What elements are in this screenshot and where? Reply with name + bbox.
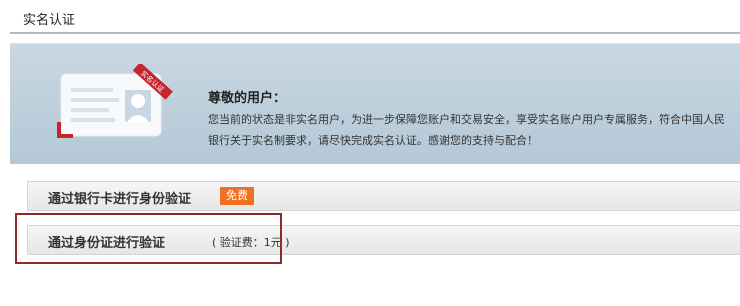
verify-bank-card-label[interactable]: 通过银行卡进行身份验证	[48, 188, 191, 207]
id-card-icon: 实名认证	[57, 64, 173, 138]
free-badge: 免费	[220, 187, 254, 205]
verify-bank-card-option[interactable]: 通过银行卡进行身份验证 免费	[27, 181, 740, 211]
notice-message: 您当前的状态是非实名用户，为进一步保障您账户和交易安全，享受实名账户用户专属服务…	[208, 109, 740, 151]
notice-line-2: 银行关于实名制要求，请尽快完成实名认证。感谢您的支持与配合！	[208, 134, 538, 147]
greeting: 尊敬的用户：	[208, 91, 287, 106]
page-header: 实名认证	[10, 0, 740, 34]
notice-panel: 实名认证 尊敬的用户： 您当前的状态是非实名用户，为进一步保障您账户和交易安全，…	[10, 43, 740, 164]
page-title: 实名认证	[23, 13, 76, 28]
selection-highlight	[15, 213, 282, 264]
notice-line-1: 您当前的状态是非实名用户，为进一步保障您账户和交易安全，享受实名账户用户专属服务…	[208, 113, 725, 126]
